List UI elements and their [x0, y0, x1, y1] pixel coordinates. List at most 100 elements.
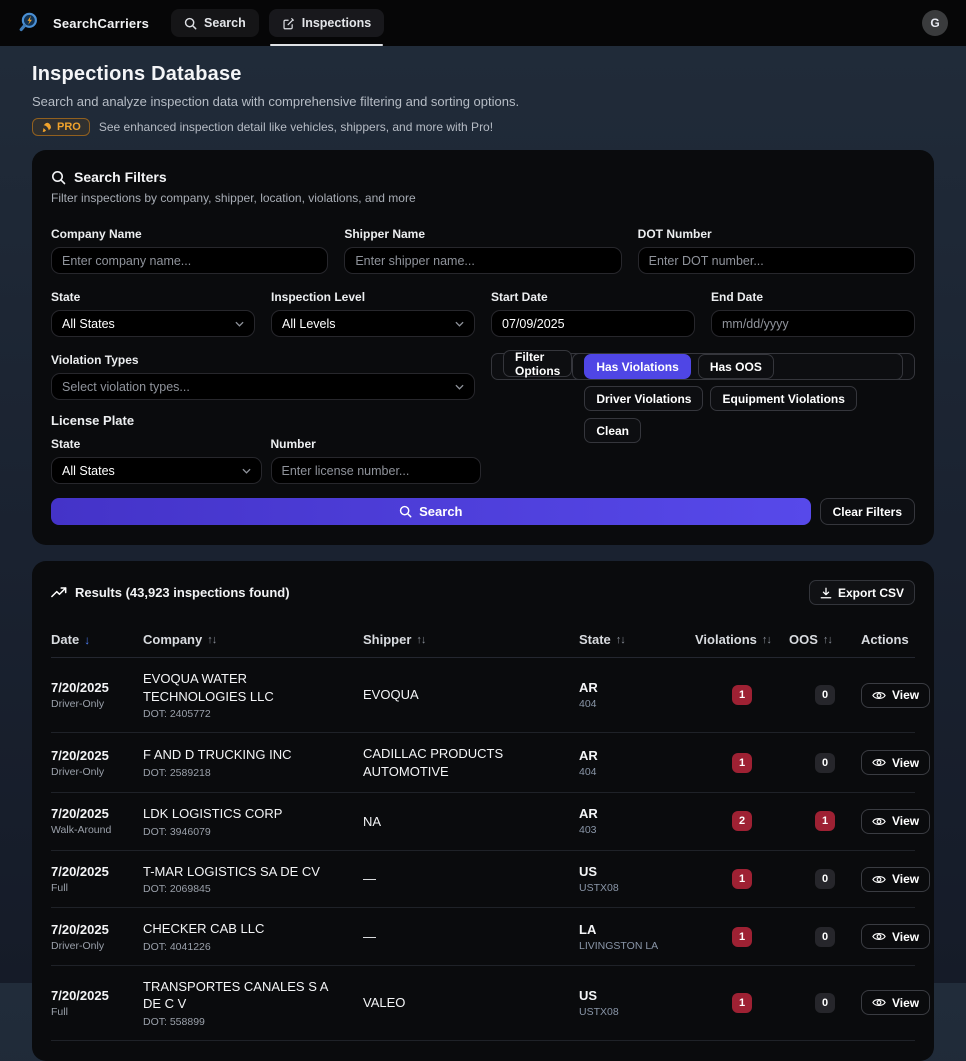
inspection-level-value: All Levels: [282, 317, 336, 331]
state-cell: AR 404: [579, 680, 695, 710]
shipper-name: VALEO: [363, 994, 579, 1012]
column-header-5[interactable]: OOS ↑↓: [789, 632, 861, 647]
column-header-label-1: Company: [143, 632, 202, 647]
view-button-label: View: [892, 996, 919, 1010]
pro-badge-label: PRO: [57, 121, 81, 133]
license-plate-state-select[interactable]: All States: [51, 457, 262, 484]
view-button-2[interactable]: View: [861, 809, 930, 834]
shipper-name-label: Shipper Name: [344, 227, 621, 241]
eye-icon: [872, 997, 886, 1008]
violation-types-field-group: Violation Types Select violation types..…: [51, 353, 475, 400]
table-row-0: 7/20/2025 Driver-Only EVOQUA WATER TECHN…: [51, 658, 915, 733]
shipper-name: NA: [363, 813, 579, 831]
state-code: US: [579, 864, 695, 879]
end-date-label: End Date: [711, 290, 915, 304]
inspection-level: Driver-Only: [51, 766, 143, 778]
tab-inspections[interactable]: Inspections: [269, 9, 384, 37]
column-header-2[interactable]: Shipper ↑↓: [363, 632, 579, 647]
filter-option-pill-1[interactable]: Has OOS: [698, 354, 774, 379]
start-date-input[interactable]: [491, 310, 695, 337]
filter-options-group: Filter Options Has Violations Has OOS Dr…: [491, 353, 915, 380]
tab-inspections-label: Inspections: [302, 16, 371, 30]
company-name-label: Company Name: [51, 227, 328, 241]
sort-icon: ↑↓: [762, 634, 771, 646]
export-csv-button[interactable]: Export CSV: [809, 580, 915, 605]
eye-icon: [872, 931, 886, 942]
clear-filters-button[interactable]: Clear Filters: [820, 498, 915, 525]
state-select[interactable]: All States: [51, 310, 255, 337]
state-code: AR: [579, 680, 695, 695]
dot-number-input[interactable]: [638, 247, 915, 274]
column-header-label-4: Violations: [695, 632, 757, 647]
violation-types-select[interactable]: Select violation types...: [51, 373, 475, 400]
view-button-5[interactable]: View: [861, 990, 930, 1015]
search-button[interactable]: Search: [51, 498, 811, 525]
violations-badge: 1: [732, 685, 752, 705]
company-name-field-group: Company Name: [51, 227, 328, 274]
eye-icon: [872, 816, 886, 827]
column-header-6[interactable]: Actions: [861, 632, 917, 647]
oos-cell: 1: [789, 811, 861, 831]
company-name-input[interactable]: [51, 247, 328, 274]
table-row-5: 7/20/2025 Full TRANSPORTES CANALES S A D…: [51, 966, 915, 1041]
actions-cell: View: [861, 750, 930, 775]
company-name: EVOQUA WATER TECHNOLOGIES LLC: [143, 670, 363, 705]
actions-cell: View: [861, 990, 930, 1015]
inspection-date: 7/20/2025: [51, 680, 143, 695]
clipboard-edit-icon: [282, 17, 295, 30]
inspection-date: 7/20/2025: [51, 988, 143, 1003]
column-header-3[interactable]: State ↑↓: [579, 632, 695, 647]
brand[interactable]: SearchCarriers: [18, 10, 149, 36]
view-button-1[interactable]: View: [861, 750, 930, 775]
inspection-date: 7/20/2025: [51, 748, 143, 763]
search-icon: [184, 17, 197, 30]
view-button-label: View: [892, 688, 919, 702]
table-row-1: 7/20/2025 Driver-Only F AND D TRUCKING I…: [51, 733, 915, 793]
user-avatar[interactable]: G: [922, 10, 948, 36]
violations-cell: 1: [695, 869, 789, 889]
actions-cell: View: [861, 867, 930, 892]
filter-option-pill-4[interactable]: Clean: [584, 418, 641, 443]
company-cell: EVOQUA WATER TECHNOLOGIES LLC DOT: 24057…: [143, 670, 363, 720]
state-cell: US USTX08: [579, 864, 695, 894]
results-title: Results (43,923 inspections found): [75, 585, 290, 600]
license-plate-number-group: Number: [271, 437, 482, 484]
shipper-name: —: [363, 928, 579, 946]
tab-search[interactable]: Search: [171, 9, 259, 37]
column-header-1[interactable]: Company ↑↓: [143, 632, 363, 647]
column-header-0[interactable]: Date ↓: [51, 632, 143, 647]
license-plate-number-input[interactable]: [271, 457, 482, 484]
table-body: 7/20/2025 Driver-Only EVOQUA WATER TECHN…: [51, 658, 915, 1041]
inspection-level-select[interactable]: All Levels: [271, 310, 475, 337]
table-row-3: 7/20/2025 Full T-MAR LOGISTICS SA DE CV …: [51, 851, 915, 909]
view-button-0[interactable]: View: [861, 683, 930, 708]
filter-option-pill-0[interactable]: Has Violations: [584, 354, 690, 379]
eye-icon: [872, 757, 886, 768]
inspection-level: Full: [51, 882, 143, 894]
pro-text: See enhanced inspection detail like vehi…: [99, 120, 493, 134]
oos-badge: 0: [815, 753, 835, 773]
oos-cell: 0: [789, 869, 861, 889]
eye-icon: [872, 874, 886, 885]
end-date-input[interactable]: [711, 310, 915, 337]
state-cell: US USTX08: [579, 988, 695, 1018]
filter-option-pill-2[interactable]: Driver Violations: [584, 386, 703, 411]
dot-number: DOT: 2589218: [143, 767, 363, 779]
column-header-4[interactable]: Violations ↑↓: [695, 632, 789, 647]
dot-number-field-group: DOT Number: [638, 227, 915, 274]
date-cell: 7/20/2025 Full: [51, 988, 143, 1018]
date-cell: 7/20/2025 Driver-Only: [51, 680, 143, 710]
state-code: AR: [579, 806, 695, 821]
dot-number: DOT: 2069845: [143, 883, 363, 895]
oos-badge: 1: [815, 811, 835, 831]
inspection-level: Full: [51, 1006, 143, 1018]
filter-option-pill-3[interactable]: Equipment Violations: [710, 386, 856, 411]
tab-search-label: Search: [204, 16, 246, 30]
inspection-date: 7/20/2025: [51, 864, 143, 879]
state-select-value: All States: [62, 317, 115, 331]
view-button-4[interactable]: View: [861, 924, 930, 949]
sort-icon: ↓: [84, 633, 89, 647]
view-button-3[interactable]: View: [861, 867, 930, 892]
violation-types-label: Violation Types: [51, 353, 475, 367]
shipper-name-input[interactable]: [344, 247, 621, 274]
